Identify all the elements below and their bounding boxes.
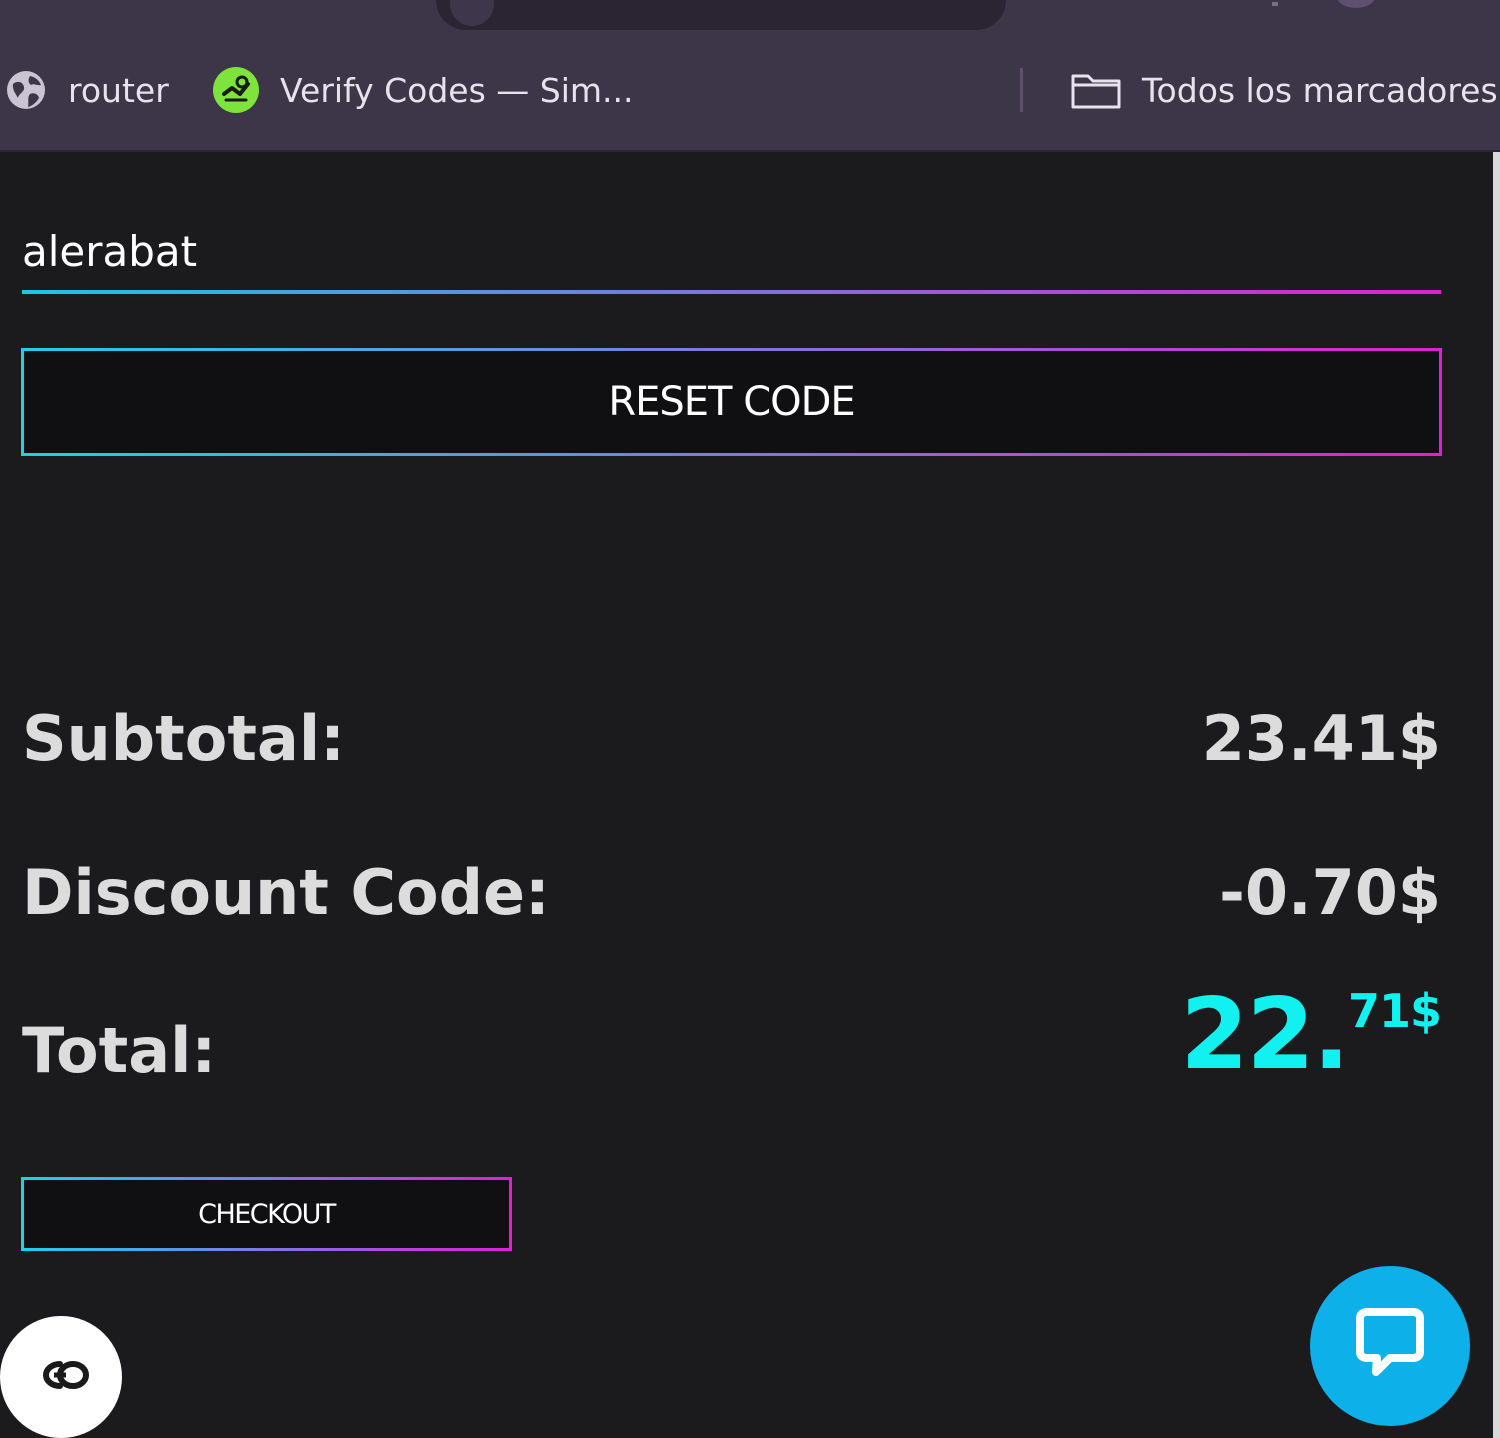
checkout-button[interactable]: CHECKOUT xyxy=(21,1177,512,1251)
page-scrollbar[interactable] xyxy=(1493,152,1500,1438)
total-value: 22. 71$ xyxy=(1180,978,1442,1092)
bookmarks-bar: router Verify Codes — Sim... Todos los m… xyxy=(0,62,1500,118)
bookmark-label: Verify Codes — Sim... xyxy=(280,70,634,110)
address-bar[interactable] xyxy=(436,0,1006,30)
globe-icon xyxy=(4,68,48,112)
discount-row: Discount Code: -0.70$ xyxy=(22,852,1441,932)
discount-code-input[interactable] xyxy=(22,212,1441,290)
all-bookmarks-button[interactable]: Todos los marcadores xyxy=(1070,62,1498,118)
chat-button[interactable] xyxy=(1310,1266,1470,1426)
subtotal-value: 23.41$ xyxy=(1201,701,1441,775)
input-underline xyxy=(22,290,1441,294)
discount-label: Discount Code: xyxy=(22,855,550,929)
all-bookmarks-label: Todos los marcadores xyxy=(1142,70,1498,110)
toolbar-fragment xyxy=(1272,2,1278,6)
site-info-icon[interactable] xyxy=(450,0,494,26)
reset-code-label: RESET CODE xyxy=(24,351,1439,453)
cc-logo-icon xyxy=(26,1355,96,1399)
chat-bubble-icon xyxy=(1350,1304,1430,1388)
browser-chrome: router Verify Codes — Sim... Todos los m… xyxy=(0,0,1500,152)
subtotal-label: Subtotal: xyxy=(22,701,345,775)
bookmark-label: router xyxy=(68,70,169,110)
profile-avatar[interactable] xyxy=(1336,0,1376,8)
checkout-label: CHECKOUT xyxy=(24,1180,509,1248)
total-value-decimal: 71$ xyxy=(1347,984,1442,1038)
cc-badge-button[interactable] xyxy=(0,1316,122,1438)
discount-code-field xyxy=(22,212,1441,294)
bookmark-verify-codes[interactable]: Verify Codes — Sim... xyxy=(212,62,634,118)
total-row: Total: 22. 71$ xyxy=(22,978,1442,1092)
bookmark-router[interactable]: router xyxy=(4,62,169,118)
total-label: Total: xyxy=(22,1013,217,1087)
discount-value: -0.70$ xyxy=(1219,855,1441,929)
subtotal-row: Subtotal: 23.41$ xyxy=(22,698,1441,778)
bookmarks-separator xyxy=(1020,68,1023,112)
verify-codes-favicon xyxy=(212,66,260,114)
total-value-integer: 22. xyxy=(1180,978,1350,1092)
folder-icon xyxy=(1070,70,1122,110)
reset-code-button[interactable]: RESET CODE xyxy=(21,348,1442,456)
